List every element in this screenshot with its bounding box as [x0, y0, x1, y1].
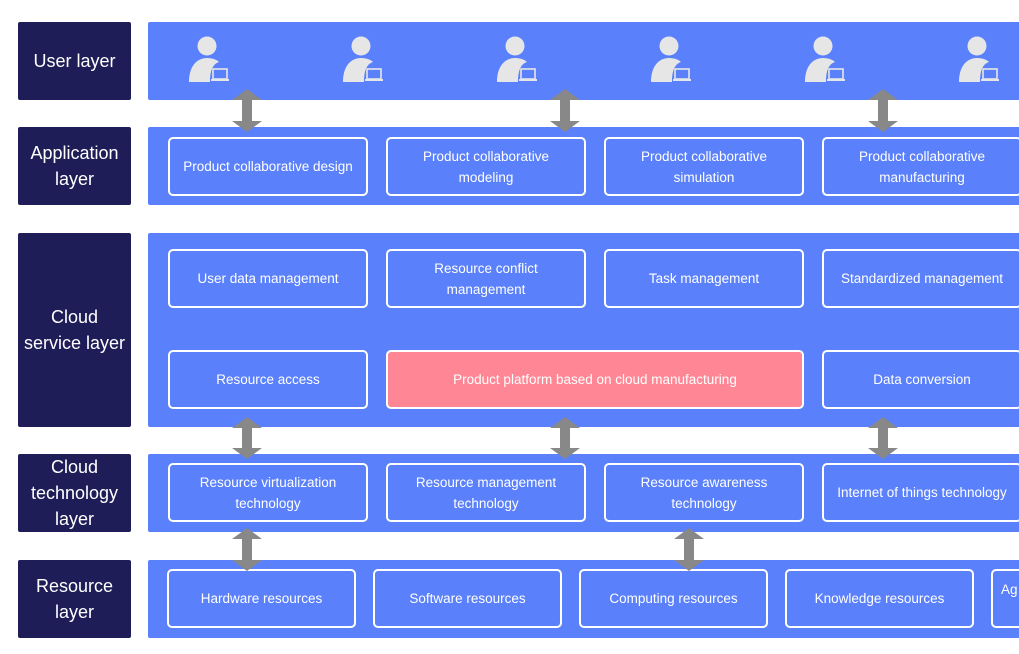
box-label: Product collaborative manufacturing	[858, 148, 986, 185]
box-label: Task management	[648, 271, 760, 286]
user-laptop-icon	[343, 36, 383, 82]
application-layer-label: Application layer	[18, 127, 131, 205]
box-label: Hardware resources	[200, 591, 323, 606]
box-label: Product platform based on cloud manufact…	[453, 372, 737, 387]
tech-box-resource-virtualization[interactable]: Resource virtualization technology	[168, 463, 368, 522]
bidirectional-arrow	[550, 89, 580, 132]
box-label: Resource access	[216, 372, 320, 387]
service-box-task-management[interactable]: Task management	[604, 249, 804, 308]
tech-box-iot[interactable]: Internet of things technology	[822, 463, 1019, 522]
box-label: Resource conflict management	[434, 260, 538, 297]
resource-box-computing[interactable]: Computing resources	[579, 569, 768, 628]
user-laptop-icon	[189, 36, 229, 82]
cloud-technology-layer-label-text: Cloud technology layer	[30, 457, 119, 529]
resource-layer-label-text: Resource layer	[35, 576, 114, 622]
service-box-user-data-management[interactable]: User data management	[168, 249, 368, 308]
user-laptop-icon	[651, 36, 691, 82]
user-laptop-icon	[805, 36, 845, 82]
cloud-technology-layer-label: Cloud technology layer	[18, 454, 131, 532]
user-laptop-icon	[497, 36, 537, 82]
box-label: Knowledge resources	[814, 591, 945, 606]
bidirectional-arrow	[232, 528, 262, 571]
box-label: Product collaborative design	[183, 159, 353, 174]
box-label: Resource management technology	[415, 474, 557, 511]
service-box-data-conversion[interactable]: Data conversion	[822, 350, 1019, 409]
bidirectional-arrow	[868, 89, 898, 132]
resource-box-hardware[interactable]: Hardware resources	[167, 569, 356, 628]
service-box-resource-conflict-management[interactable]: Resource conflict management	[386, 249, 586, 308]
box-label: Internet of things technology	[837, 485, 1007, 500]
app-box-design[interactable]: Product collaborative design	[168, 137, 368, 196]
user-laptop-icon	[959, 36, 999, 82]
bidirectional-arrow	[674, 528, 704, 571]
app-box-simulation[interactable]: Product collaborative simulation	[604, 137, 804, 196]
box-label: Resource awareness technology	[640, 474, 768, 511]
bidirectional-arrow	[550, 417, 580, 459]
user-layer-label-text: User layer	[33, 51, 116, 71]
box-label: Product collaborative modeling	[422, 148, 550, 185]
cloud-service-layer-label-text: Cloud service layer	[23, 307, 126, 353]
box-label: Computing resources	[609, 591, 738, 606]
box-label: Standardized management	[840, 271, 1004, 286]
box-label: Resource virtualization technology	[199, 474, 337, 511]
service-box-resource-access[interactable]: Resource access	[168, 350, 368, 409]
resource-layer-label: Resource layer	[18, 560, 131, 638]
user-layer-label: User layer	[18, 22, 131, 100]
bidirectional-arrow	[868, 417, 898, 459]
cloud-service-layer-label: Cloud service layer	[18, 233, 131, 427]
app-box-manufacturing[interactable]: Product collaborative manufacturing	[822, 137, 1019, 196]
box-label: Ag	[1001, 582, 1018, 597]
box-label: Software resources	[409, 591, 526, 606]
resource-box-partial[interactable]: Ag	[991, 569, 1019, 628]
resource-box-software[interactable]: Software resources	[373, 569, 562, 628]
service-box-standardized-management[interactable]: Standardized management	[822, 249, 1019, 308]
tech-box-resource-management[interactable]: Resource management technology	[386, 463, 586, 522]
tech-box-resource-awareness[interactable]: Resource awareness technology	[604, 463, 804, 522]
resource-box-knowledge[interactable]: Knowledge resources	[785, 569, 974, 628]
box-label: Product collaborative simulation	[640, 148, 768, 185]
app-box-modeling[interactable]: Product collaborative modeling	[386, 137, 586, 196]
bidirectional-arrow	[232, 417, 262, 459]
service-box-product-platform[interactable]: Product platform based on cloud manufact…	[386, 350, 804, 409]
box-label: User data management	[197, 271, 339, 286]
bidirectional-arrow	[232, 89, 262, 132]
application-layer-label-text: Application layer	[30, 143, 119, 189]
box-label: Data conversion	[873, 372, 971, 387]
